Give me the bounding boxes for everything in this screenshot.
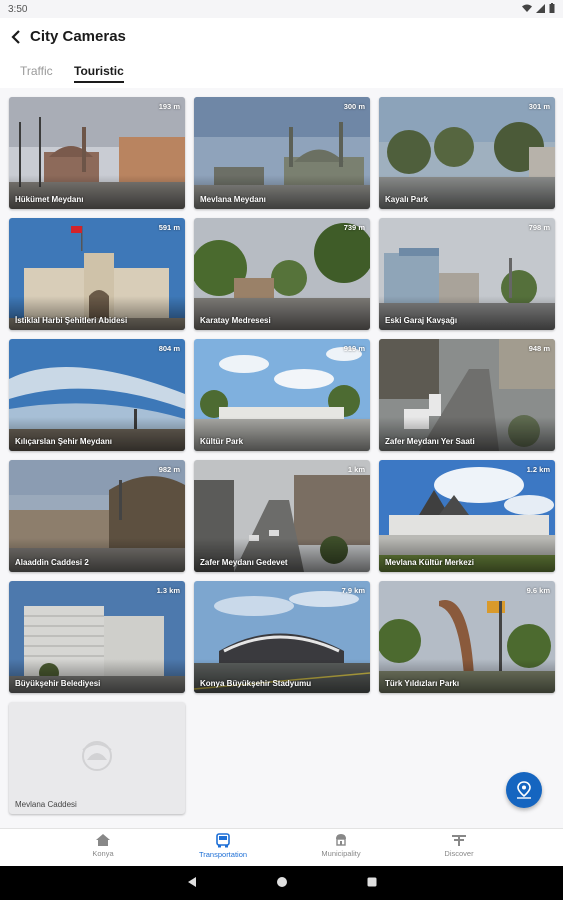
distance-label: 1 km [347,465,365,474]
camera-card[interactable]: 798 m Eski Garaj Kavşağı [379,218,555,330]
camera-name: Eski Garaj Kavşağı [385,316,458,325]
nav-item-municipality[interactable]: Municipality [301,833,381,858]
camera-card[interactable]: 591 m İstiklal Harbi Şehitleri Abidesi [9,218,185,330]
nav-label: Discover [444,849,474,858]
camera-name: Konya Büyükşehir Stadyumu [200,679,312,688]
camera-card[interactable]: 1.2 km Mevlana Kültür Merkezi [379,460,555,572]
tab-traffic[interactable]: Traffic [20,64,53,78]
camera-card[interactable]: 1 km Zafer Meydanı Gedevet [194,460,370,572]
distance-label: 739 m [343,223,365,232]
camera-name: Kayalı Park [385,195,429,204]
camera-name: Kılıçarslan Şehir Meydanı [15,437,112,446]
distance-label: 300 m [343,102,365,111]
bottom-navigation: Konya Transportation Municipality Discov… [0,828,563,866]
nav-label: Municipality [321,849,361,858]
camera-name: Alaaddin Caddesi 2 [15,558,89,567]
distance-label: 591 m [158,223,180,232]
nav-item-konya[interactable]: Konya [63,833,143,858]
page-title: City Cameras [30,28,126,45]
location-pin-icon [517,781,531,799]
signal-icon [536,3,545,13]
tab-touristic[interactable]: Touristic [74,64,124,83]
distance-label: 948 m [528,344,550,353]
system-home-icon[interactable] [276,876,288,888]
status-time: 3:50 [8,4,28,15]
camera-card[interactable]: 948 m Zafer Meydanı Yer Saati [379,339,555,451]
camera-name: Mevlana Kültür Merkezi [385,558,474,567]
back-button[interactable] [6,27,26,47]
camera-card[interactable]: 7.9 km Konya Büyükşehir Stadyumu [194,581,370,693]
municipality-icon [336,834,346,846]
camera-grid: 193 m Hükümet Meydanı 300 m Mevlana Meyd… [0,88,563,828]
camera-card[interactable]: 1.3 km Büyükşehir Belediyesi [9,581,185,693]
home-icon [96,834,110,846]
placeholder-logo-icon [82,741,112,771]
camera-card[interactable]: 300 m Mevlana Meydanı [194,97,370,209]
camera-card[interactable]: 301 m Kayalı Park [379,97,555,209]
system-recents-icon[interactable] [366,876,378,888]
status-bar: 3:50 [0,0,563,18]
nav-label: Konya [92,849,114,858]
nav-label: Transportation [198,850,248,859]
system-back-icon[interactable] [186,876,198,888]
camera-name: Zafer Meydanı Gedevet [200,558,288,567]
wifi-icon [522,4,532,12]
camera-card[interactable]: 982 m Alaaddin Caddesi 2 [9,460,185,572]
camera-name: İstiklal Harbi Şehitleri Abidesi [15,316,128,325]
bus-icon [216,833,230,848]
camera-name: Kültür Park [200,437,244,446]
tab-indicator [74,81,124,83]
back-arrow-icon [11,30,20,44]
distance-label: 193 m [158,102,180,111]
camera-name: Mevlana Caddesi [15,800,77,809]
camera-card[interactable]: 193 m Hükümet Meydanı [9,97,185,209]
camera-name: Karatay Medresesi [200,316,271,325]
camera-name: Mevlana Meydanı [200,195,266,204]
camera-card[interactable]: 804 m Kılıçarslan Şehir Meydanı [9,339,185,451]
distance-label: 804 m [158,344,180,353]
system-navigation-bar [0,866,563,900]
nav-item-transportation[interactable]: Transportation [183,833,263,859]
camera-card[interactable]: 919 m Kültür Park [194,339,370,451]
tab-bar: Traffic Touristic [0,56,563,88]
distance-label: 982 m [158,465,180,474]
camera-name: Hükümet Meydanı [15,195,84,204]
distance-label: 798 m [528,223,550,232]
discover-icon [452,835,466,846]
distance-label: 9.6 km [526,586,550,595]
camera-name: Zafer Meydanı Yer Saati [385,437,475,446]
camera-name: Türk Yıldızları Parkı [385,679,460,688]
distance-label: 1.3 km [156,586,180,595]
distance-label: 919 m [343,344,365,353]
camera-card[interactable]: 9.6 km Türk Yıldızları Parkı [379,581,555,693]
camera-name: Büyükşehir Belediyesi [15,679,101,688]
distance-label: 301 m [528,102,550,111]
battery-icon [549,3,555,13]
camera-card[interactable]: 739 m Karatay Medresesi [194,218,370,330]
camera-card[interactable]: Mevlana Caddesi [9,702,185,814]
map-location-button[interactable] [506,772,542,808]
distance-label: 1.2 km [526,465,550,474]
distance-label: 7.9 km [341,586,365,595]
app-bar: City Cameras [0,18,563,56]
nav-item-discover[interactable]: Discover [419,833,499,858]
